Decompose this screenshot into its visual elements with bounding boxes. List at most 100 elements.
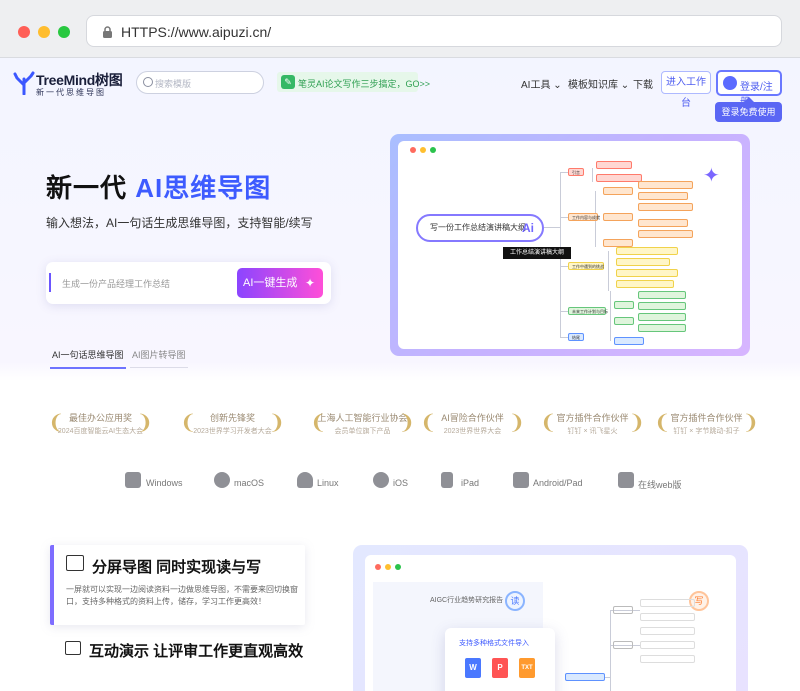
mindmap-node: 引言 [568, 168, 584, 176]
promo-banner[interactable]: ✎ 笔灵AI论文写作三步搞定，GO>> [277, 72, 430, 92]
platform-linux[interactable]: Linux [317, 478, 339, 488]
mindmap-leaf [638, 302, 686, 310]
minimize-window-button[interactable] [38, 26, 50, 38]
file-import-panel[interactable]: 支持多种格式文件导入 W P TXT [445, 628, 555, 691]
txt-file-icon[interactable]: TXT [519, 658, 535, 678]
mindmap-node: 未来工作计划与目标 [568, 307, 608, 315]
split-demo-window: AIGC行业趋势研究报告 读 写 支持多种格式文件导入 W P TXT [365, 555, 736, 691]
mindmap-node: 结尾 [568, 333, 584, 341]
android-icon[interactable] [513, 472, 529, 488]
laurel-right-icon: ❩ [268, 412, 285, 434]
ipad-icon[interactable] [441, 472, 453, 488]
windows-icon[interactable] [125, 472, 141, 488]
mindmap-leaf [638, 219, 688, 227]
platform-windows[interactable]: Windows [146, 478, 183, 488]
laurel-right-icon: ❩ [136, 412, 153, 434]
tab-ai-image-mindmap[interactable]: AI图片转导图 [130, 348, 188, 368]
sparkle-icon: ✦ [304, 276, 315, 290]
pen-icon: ✎ [281, 75, 295, 89]
mindmap-leaf [614, 317, 634, 325]
mindmap-leaf [640, 599, 695, 607]
ai-icon: Ai [522, 221, 534, 235]
mindmap-node: 工作中遇到的挑战 [568, 262, 604, 270]
window-dot [375, 564, 381, 570]
feature-split-card[interactable]: 分屏导图 同时实现读与写 一屏就可以实现一边阅读资料一边做思维导图，不需要来回切… [50, 545, 305, 625]
mindmap-node [565, 673, 605, 681]
mindmap-leaf [638, 291, 686, 299]
mindmap-leaf [638, 313, 686, 321]
window-dot [430, 147, 436, 153]
mindmap-leaf [616, 247, 678, 255]
platform-row: Windows macOS Linux iOS iPad Android/Pad… [0, 472, 800, 496]
window-dot [420, 147, 426, 153]
mindmap-prompt: 写一份工作总结演讲稿大纲 Ai [416, 214, 544, 242]
generate-input[interactable]: 生成一份产品经理工作总结 [62, 277, 170, 290]
chevron-down-icon: ⌄ [553, 80, 562, 91]
award-item: ❨ 官方插件合作伙伴 钉钉 × 字节跳动-扣子 ❩ [654, 412, 759, 435]
word-file-icon[interactable]: W [465, 658, 481, 678]
web-page: TreeMind树图 新一代思维导图 搜索模版 ✎ 笔灵AI论文写作三步搞定，G… [0, 58, 800, 691]
browser-window: HTTPS://www.aipuzi.cn/ TreeMind树图 新一代思维导… [0, 0, 800, 691]
window-dot [385, 564, 391, 570]
mindmap-node: 工作内容与成就 [568, 213, 600, 221]
close-window-button[interactable] [18, 26, 30, 38]
search-placeholder: 搜索模版 [155, 79, 192, 89]
tab-ai-text-mindmap[interactable]: AI一句话思维导图 [50, 348, 126, 369]
mindmap-leaf [640, 641, 695, 649]
split-demo-preview: AIGC行业趋势研究报告 读 写 支持多种格式文件导入 W P TXT [353, 545, 748, 691]
macos-icon[interactable] [214, 472, 230, 488]
hero-subtitle: 输入想法，AI一句话生成思维导图，支持智能/续写 [46, 216, 313, 230]
presentation-icon [65, 641, 81, 655]
search-input[interactable]: 搜索模版 [136, 71, 264, 94]
platform-macos[interactable]: macOS [234, 478, 264, 488]
workspace-button[interactable]: 进入工作台 [661, 71, 711, 109]
login-tooltip: 登录免费使用 [715, 97, 782, 122]
mindmap-leaf [603, 213, 633, 221]
treemind-logo-icon [13, 71, 35, 95]
pdf-file-icon[interactable]: P [492, 658, 508, 678]
awards-row: ❨ 最佳办公应用奖 2024百度智能云AI生态大会 ❩ ❨ 创新先锋奖 2023世界学习开… [0, 408, 800, 448]
url-text: HTTPS://www.aipuzi.cn/ [121, 24, 272, 40]
mindmap-leaf [616, 269, 678, 277]
mindmap-leaf [596, 174, 642, 182]
import-title: 支持多种格式文件导入 [459, 640, 529, 647]
ai-generate-button[interactable]: AI一键生成 ✦ [237, 268, 323, 298]
feature-demo-title[interactable]: 互动演示 让评审工作更直观高效 [89, 640, 303, 661]
browser-toolbar: HTTPS://www.aipuzi.cn/ [0, 0, 800, 58]
nav-template-library[interactable]: 模板知识库 ⌄ [568, 76, 629, 91]
linux-icon[interactable] [297, 472, 313, 488]
window-dot [410, 147, 416, 153]
platform-ipad[interactable]: iPad [461, 478, 479, 488]
mindmap-leaf [638, 181, 693, 189]
mindmap-tooltip: 工作总结演讲稿大纲 [503, 247, 571, 259]
read-badge: 读 [505, 591, 525, 611]
platform-android[interactable]: Android/Pad [533, 478, 583, 488]
nav-download[interactable]: 下载 [633, 76, 653, 91]
lock-icon [103, 26, 112, 38]
mindmap-leaf [603, 187, 633, 195]
platform-ios[interactable]: iOS [393, 478, 408, 488]
platform-web[interactable]: 在线web版 [638, 478, 682, 491]
site-nav: TreeMind树图 新一代思维导图 搜索模版 ✎ 笔灵AI论文写作三步搞定，G… [0, 58, 800, 122]
maximize-window-button[interactable] [58, 26, 70, 38]
mindmap-leaf [640, 655, 695, 663]
apple-icon[interactable] [373, 472, 389, 488]
web-icon[interactable] [618, 472, 634, 488]
mindmap-preview: 写一份工作总结演讲稿大纲 Ai 工作总结演讲稿大纲 ✦ 引言 工作内容与成就 工作… [390, 134, 750, 356]
sparkle-icon: ✦ [703, 165, 720, 187]
split-screen-icon [66, 555, 84, 571]
promo-text: 笔灵AI论文写作三步搞定，GO>> [298, 79, 431, 89]
login-button[interactable]: 登录/注册 [716, 70, 782, 108]
laurel-right-icon: ❩ [508, 412, 525, 434]
address-bar[interactable]: HTTPS://www.aipuzi.cn/ [86, 15, 782, 47]
avatar-icon [723, 76, 737, 90]
mindmap-leaf [616, 280, 674, 288]
mindmap-leaf [614, 337, 644, 345]
award-item: ❨ 最佳办公应用奖 2024百度智能云AI生态大会 ❩ [48, 412, 153, 435]
ai-generate-box[interactable]: 生成一份产品经理工作总结 AI一键生成 ✦ [46, 262, 331, 304]
mindmap-leaf [616, 258, 670, 266]
feature-split-title: 分屏导图 同时实现读与写 [92, 559, 262, 576]
mindmap-leaf [638, 192, 688, 200]
mindmap-canvas: 写一份工作总结演讲稿大纲 Ai 工作总结演讲稿大纲 ✦ 引言 工作内容与成就 工作… [398, 141, 742, 349]
nav-ai-tools[interactable]: AI工具 ⌄ [521, 76, 562, 91]
